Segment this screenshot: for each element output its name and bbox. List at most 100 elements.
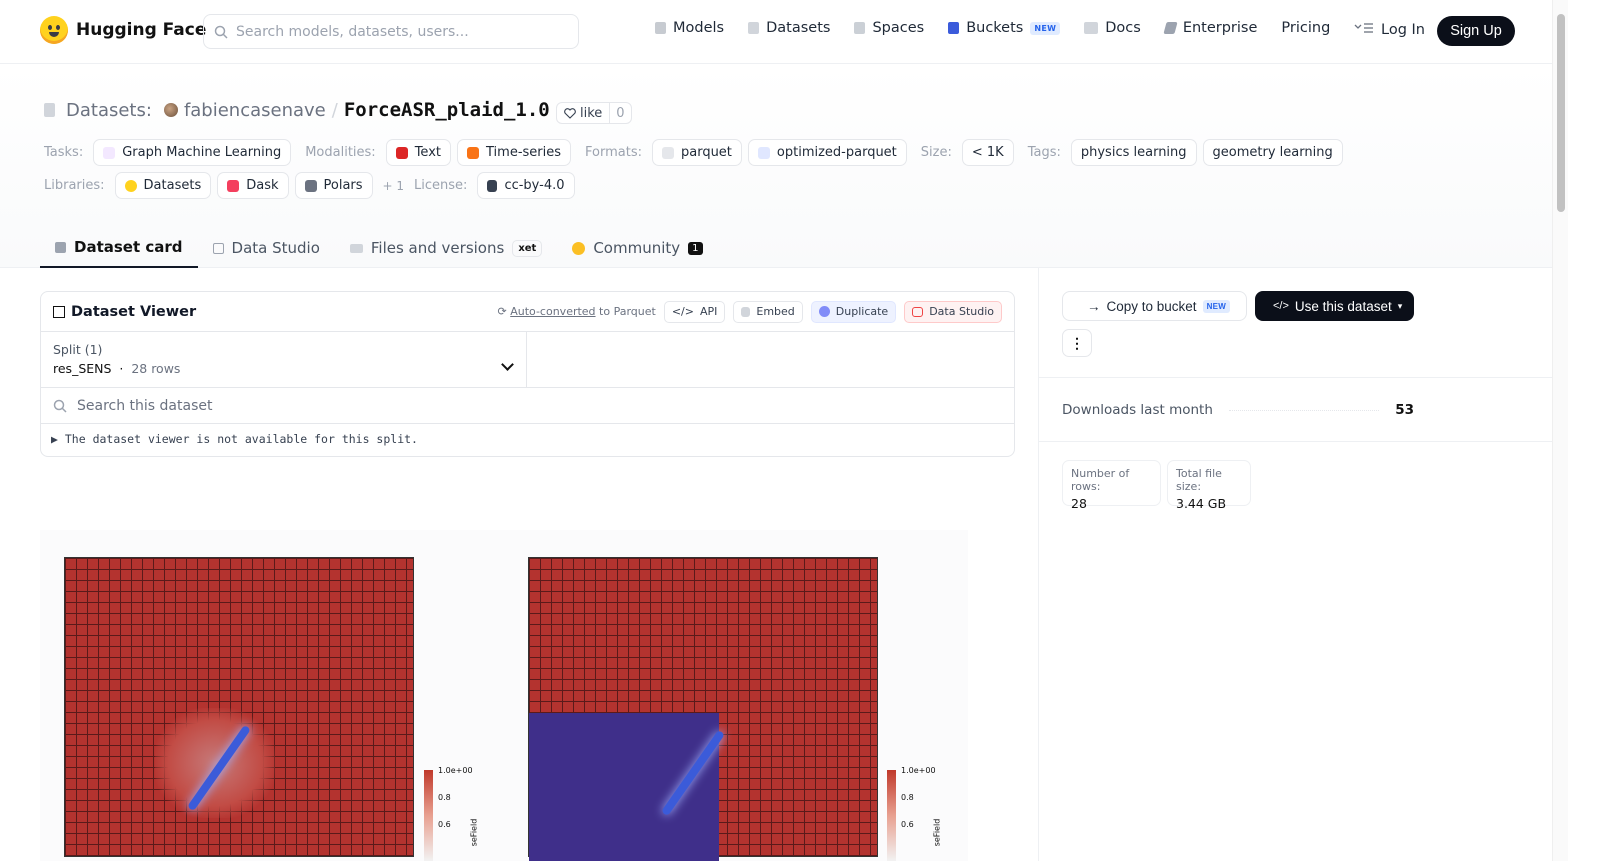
tag-row-1: Tasks: Graph Machine Learning Modalities… (44, 139, 1343, 166)
like-button[interactable]: like 0 (556, 102, 632, 124)
polars-icon (304, 179, 317, 192)
brand-logo[interactable]: Hugging Face (40, 16, 206, 44)
refresh-icon: ⟳ (497, 305, 507, 318)
embed-button-label: Embed (756, 305, 795, 318)
table-icon (212, 242, 224, 254)
mesh-refinement-zone (155, 708, 275, 818)
more-menu-button[interactable] (1354, 22, 1374, 34)
duplicate-button[interactable]: Duplicate (810, 300, 897, 323)
grid-icon (854, 22, 866, 34)
tag-task[interactable]: Graph Machine Learning (93, 139, 292, 166)
mesh-plot-left (64, 557, 414, 857)
graph-icon (103, 146, 116, 159)
tag-modality-timeseries-label: Time-series (486, 145, 562, 160)
breadcrumb-owner[interactable]: fabiencasenave (184, 100, 326, 121)
data-studio-button[interactable]: Data Studio (904, 300, 1002, 323)
nav-datasets[interactable]: Datasets (748, 20, 830, 36)
nav-spaces[interactable]: Spaces (854, 20, 924, 36)
signup-button[interactable]: Sign Up (1437, 16, 1515, 46)
nav-buckets-label: Buckets (966, 20, 1024, 36)
viewer-header: Dataset Viewer ⟳ Auto-converted to Parqu… (41, 292, 1014, 332)
more-options-button[interactable]: ⋮ (1062, 329, 1092, 357)
tab-dataset-card-label: Dataset card (74, 238, 183, 256)
tab-data-studio[interactable]: Data Studio (198, 228, 335, 268)
code-icon: </> (671, 305, 694, 318)
formats-label: Formats: (585, 145, 642, 160)
embed-button[interactable]: Embed (733, 300, 803, 323)
dataset-search[interactable] (41, 388, 1014, 424)
parquet-icon (661, 146, 674, 159)
tag-license[interactable]: cc-by-4.0 (477, 172, 575, 199)
tab-dataset-card[interactable]: Dataset card (40, 228, 198, 268)
file-size-stat: Total file size: 3.44 GB (1167, 460, 1251, 511)
dataset-search-input[interactable] (77, 397, 677, 414)
community-count: 1 (688, 241, 703, 255)
tag-geometry-learning[interactable]: geometry learning (1202, 139, 1343, 166)
mesh-plot-right (528, 557, 878, 861)
api-button[interactable]: </> API (663, 300, 726, 323)
page-scrollbar[interactable] (1552, 0, 1568, 861)
nav-pricing[interactable]: Pricing (1281, 20, 1330, 36)
tags-label: Tags: (1027, 145, 1061, 160)
file-size-label: Total file size: (1176, 467, 1222, 493)
rows-value: 28 (1071, 496, 1087, 511)
search-icon (53, 399, 67, 413)
tag-size[interactable]: < 1K (961, 139, 1014, 166)
hugging-face-logo-icon (40, 16, 68, 44)
breadcrumb-section[interactable]: Datasets: (66, 100, 152, 121)
search-icon (214, 25, 228, 39)
split-rows: 28 rows (131, 361, 181, 376)
scrollbar-thumb[interactable] (1557, 14, 1565, 212)
optimized-parquet-icon (757, 146, 770, 159)
tab-community[interactable]: Community 1 (557, 228, 717, 268)
nav-enterprise[interactable]: Enterprise (1163, 20, 1257, 36)
repo-name[interactable]: ForceASR_plaid_1.0 (344, 99, 550, 121)
tag-modality-text-label: Text (414, 145, 441, 160)
tag-format-parquet[interactable]: parquet (651, 139, 742, 166)
tasks-label: Tasks: (44, 145, 84, 160)
tag-physics-learning[interactable]: physics learning (1070, 139, 1197, 166)
table-icon (912, 306, 924, 317)
tag-library-datasets[interactable]: Datasets (114, 172, 212, 199)
tag-library-polars[interactable]: Polars (294, 172, 373, 199)
global-search[interactable] (203, 14, 579, 49)
split-value: res_SENS · 28 rows (53, 361, 181, 376)
low-value-region (529, 713, 719, 861)
split-name: res_SENS (53, 361, 112, 376)
hugging-face-icon (124, 179, 137, 192)
nav-models[interactable]: Models (655, 20, 724, 36)
brand-name: Hugging Face (76, 20, 207, 40)
copy-to-bucket-button[interactable]: → Copy to bucket NEW (1062, 291, 1247, 321)
split-selector[interactable]: Split (1) res_SENS · 28 rows (41, 332, 527, 387)
main-nav: Models Datasets Spaces Buckets NEW Docs E… (655, 20, 1374, 36)
nav-spaces-label: Spaces (872, 20, 925, 36)
viewer-actions: ⟳ Auto-converted to Parquet </> API Embed… (497, 300, 1002, 323)
tag-modality-text[interactable]: Text (385, 139, 451, 166)
tab-files-label: Files and versions (370, 239, 505, 257)
tab-files-versions[interactable]: Files and versions xet (335, 228, 557, 268)
duplicate-button-label: Duplicate (835, 305, 889, 318)
colorbar-tick: 0.8 (901, 793, 914, 802)
copy-to-bucket-label: Copy to bucket (1106, 298, 1197, 314)
tag-modality-timeseries[interactable]: Time-series (457, 139, 572, 166)
downloads-label: Downloads last month (1062, 402, 1213, 418)
database-icon (748, 22, 760, 34)
viewer-unavailable-notice[interactable]: ▶ The dataset viewer is not available fo… (41, 424, 1014, 454)
libraries-more[interactable]: + 1 (383, 179, 405, 193)
tab-community-label: Community (593, 239, 681, 257)
nav-docs[interactable]: Docs (1084, 20, 1141, 36)
dataset-viewer: Dataset Viewer ⟳ Auto-converted to Parqu… (40, 291, 1015, 457)
tag-format-optimized-parquet[interactable]: optimized-parquet (747, 139, 907, 166)
auto-converted-link[interactable]: Auto-converted (510, 305, 595, 318)
database-icon (44, 103, 55, 117)
nav-buckets[interactable]: Buckets NEW (948, 20, 1061, 36)
duplicate-icon (818, 306, 830, 317)
modalities-label: Modalities: (305, 145, 376, 160)
use-this-dataset-label: Use this dataset (1294, 298, 1392, 314)
tag-library-dask[interactable]: Dask (217, 172, 289, 199)
use-this-dataset-button[interactable]: </> Use this dataset ▾ (1255, 291, 1414, 321)
rows-label: Number of rows: (1071, 467, 1130, 493)
tag-license-label: cc-by-4.0 (504, 178, 565, 193)
login-link[interactable]: Log In (1381, 22, 1425, 38)
global-search-input[interactable] (236, 23, 556, 40)
